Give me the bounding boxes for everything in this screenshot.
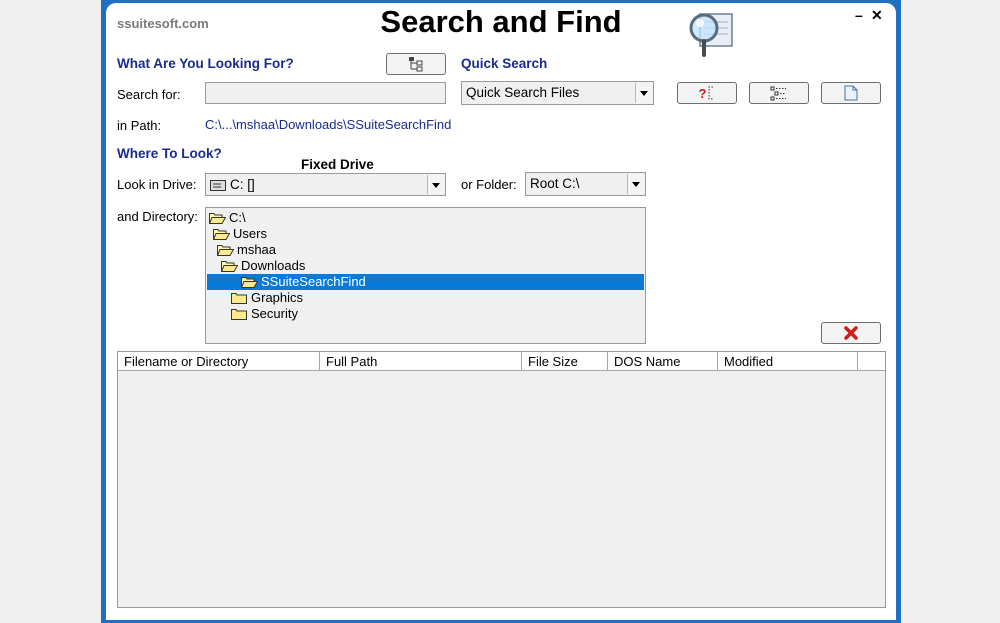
minimize-button[interactable]: – [855,7,863,23]
what-section-heading: What Are You Looking For? [117,56,294,71]
tree-node-label: mshaa [237,242,277,257]
column-header[interactable]: File Size [522,352,608,371]
and-directory-label: and Directory: [117,209,198,224]
hard-drive-icon [210,180,226,191]
chevron-down-icon[interactable] [427,175,444,194]
tree-node-label: Security [251,306,298,321]
folder-selected: Root C:\ [530,176,580,191]
column-header[interactable]: Full Path [320,352,522,371]
cancel-x-icon [844,326,858,340]
in-path-value[interactable]: C:\...\mshaa\Downloads\SSuiteSearchFind [205,117,451,132]
folder-icon [231,308,248,324]
document-icon [844,85,858,101]
search-for-input[interactable] [205,82,446,104]
tree-node[interactable]: Security [207,306,644,322]
folder-tree-icon [409,57,423,72]
tree-node-label: C:\ [229,210,246,225]
drive-select[interactable]: C: [] [205,173,446,196]
app-title: Search and Find [380,4,622,39]
in-path-label: in Path: [117,118,162,133]
chevron-down-icon[interactable] [635,83,652,103]
app-window: ssuitesoft.com Search and Find – ✕ What … [101,0,901,623]
tree-node-label: SSuiteSearchFind [261,274,366,289]
column-header[interactable]: Modified [718,352,858,371]
document-button[interactable] [821,82,881,104]
column-header[interactable]: DOS Name [608,352,718,371]
drive-selected: C: [] [230,177,255,192]
chevron-down-icon[interactable] [627,174,644,194]
app-client-area: ssuitesoft.com Search and Find – ✕ What … [106,3,896,620]
tree-node[interactable]: Graphics [207,290,644,306]
look-in-drive-label: Look in Drive: [117,177,197,192]
help-icon: ? [699,86,716,101]
tree-node[interactable]: C:\ [207,210,644,226]
quick-search-heading: Quick Search [461,56,548,71]
cancel-button[interactable] [821,322,881,344]
column-header-filler [858,352,885,371]
close-button[interactable]: ✕ [871,7,883,24]
tree-node[interactable]: SSuiteSearchFind [207,274,644,290]
tree-node[interactable]: Users [207,226,644,242]
tree-node-label: Users [233,226,267,241]
results-table[interactable]: Filename or Directory Full Path File Size D… [117,351,886,608]
quick-search-select[interactable]: Quick Search Files [461,81,654,105]
options-icon [770,86,786,100]
tree-node[interactable]: mshaa [207,242,644,258]
search-for-label: Search for: [117,87,181,102]
tree-node-label: Graphics [251,290,304,305]
brand-link[interactable]: ssuitesoft.com [117,16,209,31]
drive-type-label: Fixed Drive [301,157,374,172]
column-header[interactable]: Filename or Directory [118,352,320,371]
tree-node-label: Downloads [241,258,306,273]
tree-node[interactable]: Downloads [207,258,644,274]
where-section-heading: Where To Look? [117,146,222,161]
options-button[interactable] [749,82,809,104]
browse-path-button[interactable] [386,53,446,75]
help-button[interactable]: ? [677,82,737,104]
folder-select[interactable]: Root C:\ [525,172,646,196]
or-folder-label: or Folder: [461,177,517,192]
magnifier-icon [686,8,736,58]
directory-tree[interactable]: C:\ Users mshaa Downloads SSuiteSearchFind Gr… [205,207,646,344]
quick-search-selected: Quick Search Files [466,85,580,100]
